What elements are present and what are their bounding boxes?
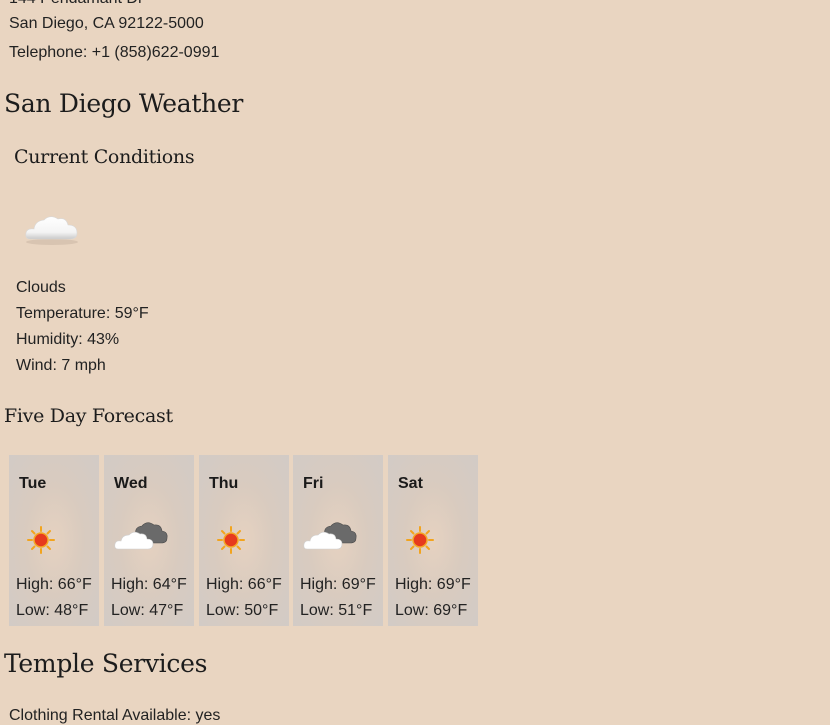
forecast-high: High: 64°F	[111, 576, 187, 593]
address-phone: Telephone: +1 (858)622-0991	[9, 44, 220, 61]
forecast-low: Low: 51°F	[300, 602, 373, 619]
forecast-day-card: Wed High: 64°F Low: 47°F	[104, 455, 194, 626]
current-temperature: Temperature: 59°F	[16, 305, 149, 322]
forecast-low: Low: 69°F	[395, 602, 468, 619]
current-conditions-heading: Current Conditions	[14, 146, 195, 168]
sun-icon	[19, 513, 79, 559]
forecast-day-card: Tue High: 66°F Low: 48°F	[9, 455, 99, 626]
forecast-high: High: 66°F	[206, 576, 282, 593]
clothing-rental-status: Clothing Rental Available: yes	[9, 707, 221, 724]
weather-heading: San Diego Weather	[4, 89, 244, 118]
five-day-forecast-heading: Five Day Forecast	[4, 405, 173, 427]
forecast-low: Low: 48°F	[16, 602, 89, 619]
forecast-day-card: Sat High: 69°F Low: 69°F	[388, 455, 478, 626]
temple-services-heading: Temple Services	[4, 649, 208, 678]
cloud-icon	[22, 205, 82, 253]
current-condition: Clouds	[16, 279, 66, 296]
forecast-low: Low: 50°F	[206, 602, 279, 619]
forecast-day-name: Tue	[19, 475, 47, 492]
address-city: San Diego, CA 92122-5000	[9, 15, 204, 32]
forecast-day-name: Fri	[303, 475, 324, 492]
partly-cloudy-icon	[114, 513, 174, 559]
address-street: 144 Pendamant Dr	[9, 0, 143, 8]
forecast-low: Low: 47°F	[111, 602, 184, 619]
forecast-day-name: Thu	[209, 475, 239, 492]
sun-icon	[209, 513, 269, 559]
partly-cloudy-icon	[303, 513, 363, 559]
forecast-day-card: Thu High: 66°F Low: 50°F	[199, 455, 289, 626]
sun-icon	[398, 513, 458, 559]
current-wind: Wind: 7 mph	[16, 357, 106, 374]
forecast-day-name: Sat	[398, 475, 423, 492]
forecast-day-card: Fri High: 69°F Low: 51°F	[293, 455, 383, 626]
current-humidity: Humidity: 43%	[16, 331, 120, 348]
forecast-day-name: Wed	[114, 475, 148, 492]
forecast-high: High: 66°F	[16, 576, 92, 593]
forecast-high: High: 69°F	[300, 576, 376, 593]
forecast-high: High: 69°F	[395, 576, 471, 593]
